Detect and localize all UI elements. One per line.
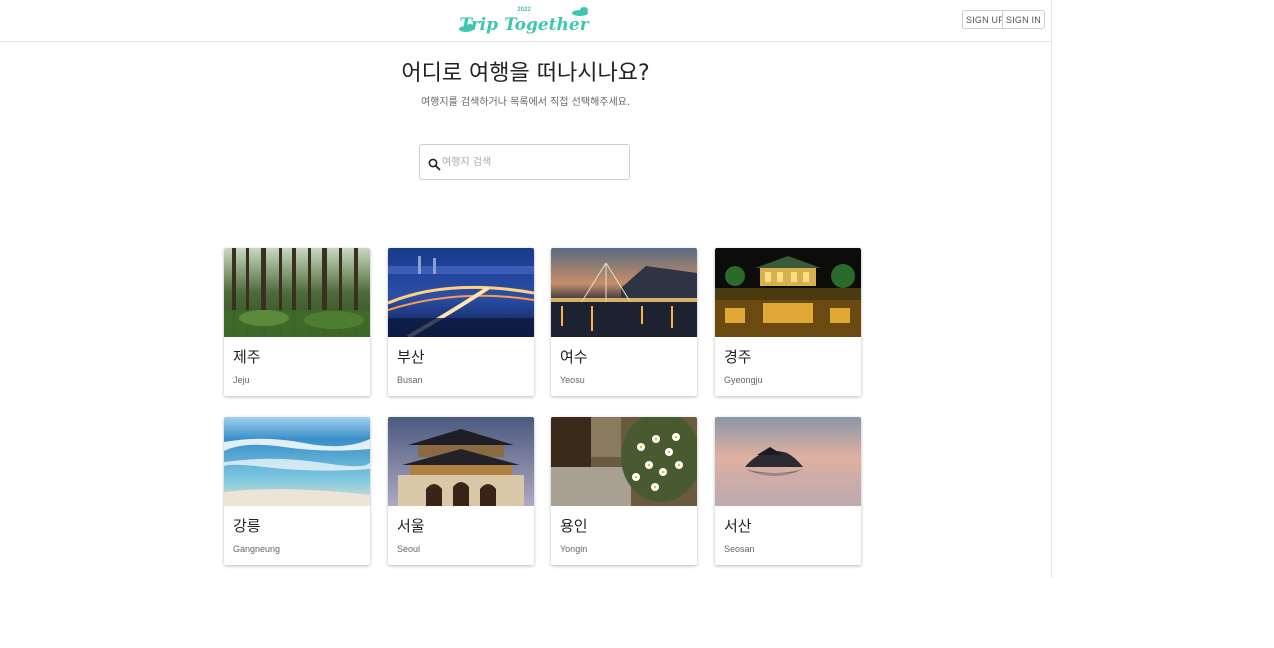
destination-english-name: Jeju — [233, 375, 250, 385]
destination-name: 강릉 — [233, 517, 261, 535]
destination-english-name: Seoul — [397, 544, 421, 554]
destination-photo — [388, 417, 534, 506]
search-input[interactable] — [442, 154, 622, 170]
destination-name: 부산 — [397, 348, 425, 366]
destination-english-name: Busan — [397, 375, 423, 385]
destination-name: 경주 — [724, 348, 752, 366]
destination-card-yeosu[interactable]: 여수 Yeosu — [551, 248, 697, 396]
destination-name: 여수 — [560, 348, 588, 366]
logo-text: Trip Together — [459, 15, 589, 35]
logo[interactable]: 2022 Trip Together — [456, 2, 596, 40]
destination-photo — [715, 417, 861, 506]
destination-english-name: Yeosu — [560, 375, 585, 385]
destination-card-seoul[interactable]: 서울 Seoul — [388, 417, 534, 565]
destination-card-seosan[interactable]: 서산 Seosan — [715, 417, 861, 565]
destination-photo — [224, 248, 370, 337]
destination-photo — [551, 248, 697, 337]
destination-photo — [551, 417, 697, 506]
destination-card-gyeongju[interactable]: 경주 Gyeongju — [715, 248, 861, 396]
header: 2022 Trip Together SIGN UP SIGN IN — [0, 0, 1051, 42]
page: 2022 Trip Together SIGN UP SIGN IN 어디로 여… — [0, 0, 1052, 578]
destination-name: 용인 — [560, 517, 588, 535]
destination-photo — [388, 248, 534, 337]
destination-photo — [224, 417, 370, 506]
logo-graphic: 2022 Trip Together — [459, 7, 590, 35]
page-title: 어디로 여행을 떠나시나요? — [401, 61, 650, 86]
destination-name: 서울 — [397, 517, 425, 535]
logo-year: 2022 — [517, 7, 531, 13]
destination-name: 서산 — [724, 517, 752, 535]
destination-card-yongin[interactable]: 용인 Yongin — [551, 417, 697, 565]
destination-english-name: Yongin — [560, 544, 588, 554]
destination-english-name: Seosan — [724, 544, 755, 554]
destination-english-name: Gangneung — [233, 544, 281, 554]
destination-card-gangneung[interactable]: 강릉 Gangneung — [224, 417, 370, 565]
search-icon — [428, 156, 441, 171]
search-box[interactable] — [419, 144, 630, 180]
sign-in-button[interactable]: SIGN IN — [1002, 10, 1045, 29]
destination-name: 제주 — [233, 348, 261, 366]
destination-english-name: Gyeongju — [724, 375, 763, 385]
page-subtitle: 여행지를 검색하거나 목록에서 직접 선택해주세요. — [420, 97, 631, 108]
destination-card-jeju[interactable]: 제주 Jeju — [224, 248, 370, 396]
destination-card-busan[interactable]: 부산 Busan — [388, 248, 534, 396]
destination-photo — [715, 248, 861, 337]
